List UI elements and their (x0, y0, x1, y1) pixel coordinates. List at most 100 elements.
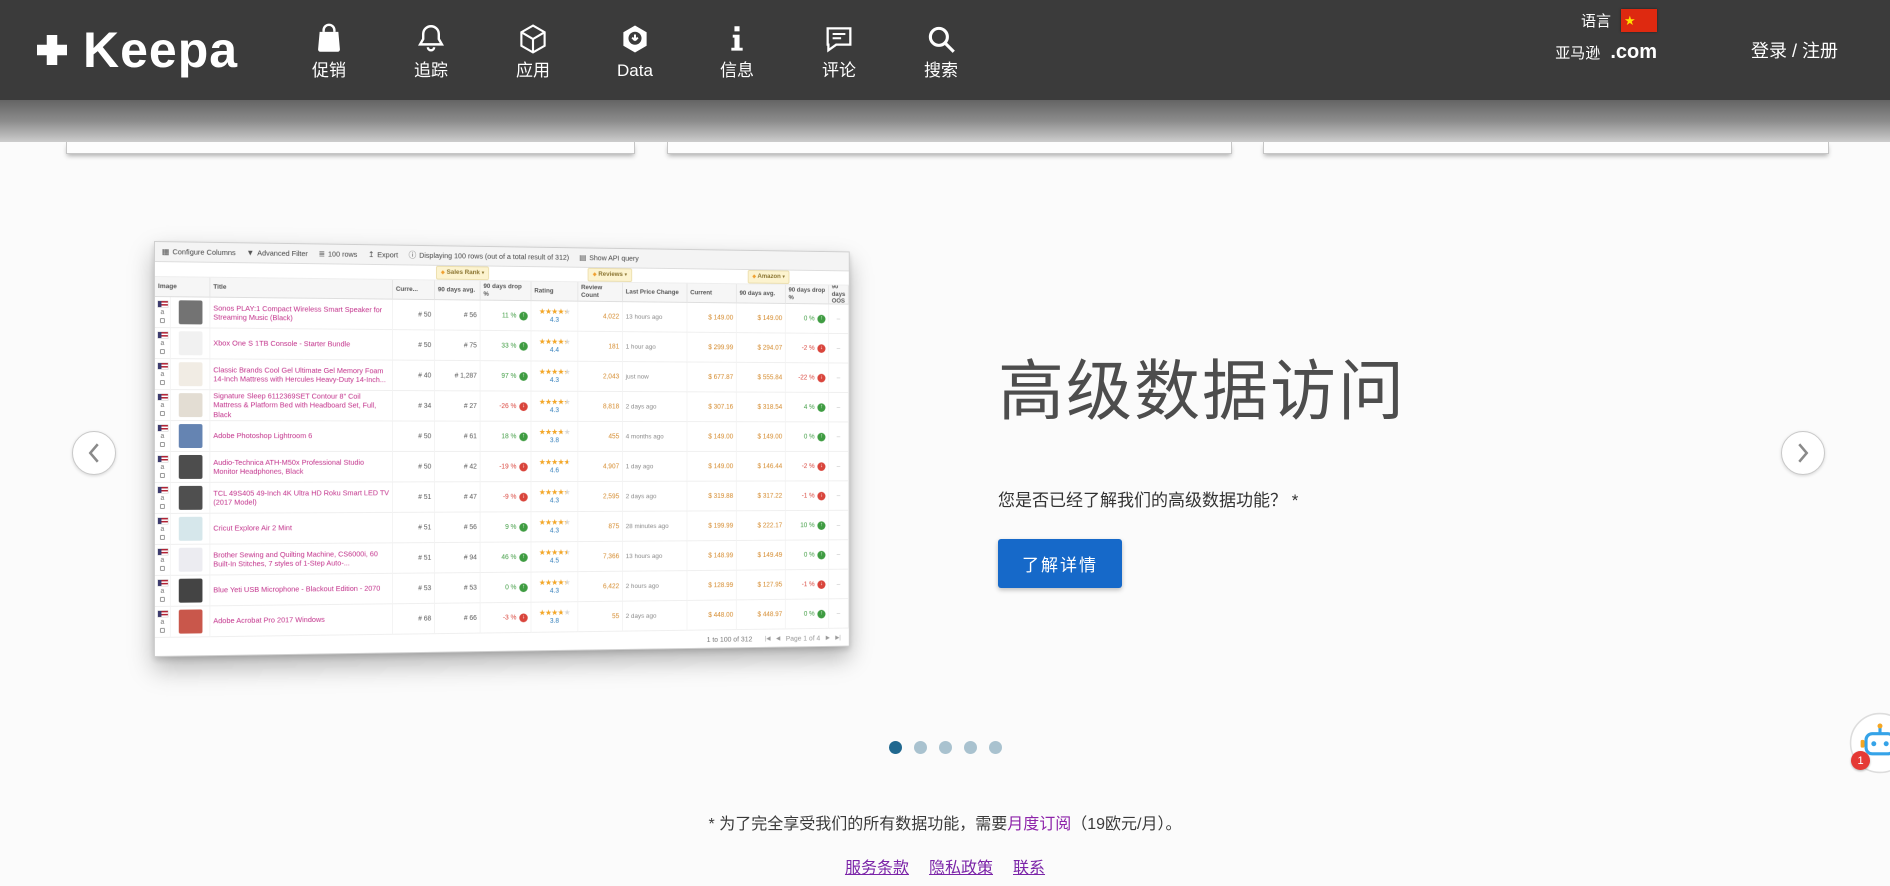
nav-label: 促销 (312, 60, 346, 80)
rating-stars: ★★★★★ ★★★★★ 4.5 (531, 542, 579, 573)
nav-item-tracking[interactable]: 追踪 (397, 0, 465, 100)
locale-icons: a (154, 328, 171, 360)
carousel-prev-button[interactable] (72, 431, 116, 475)
terms-link[interactable]: 服务条款 (845, 854, 909, 878)
price-drop-percent: 0 % ↑ (785, 599, 830, 630)
review-count: 4,907 (578, 451, 623, 482)
search-icon (924, 22, 958, 56)
rank-current: # 50 (392, 421, 436, 452)
price-current: $ 319.88 (687, 481, 737, 512)
price-drop-percent: 10 % ↑ (785, 510, 830, 541)
price-drop-percent: -22 % ↓ (785, 363, 830, 393)
chat-widget[interactable]: 1 (1849, 712, 1890, 774)
price-90day-avg: $ 149.00 (736, 422, 786, 452)
locale-icons: a (154, 390, 171, 422)
review-count: 55 (578, 601, 623, 633)
contact-link[interactable]: 联系 (1013, 854, 1045, 878)
peek-card (1263, 142, 1829, 154)
data-table-screenshot: ▦ Configure Columns ▼ Advanced Filter ≣ 100 r… (154, 241, 850, 657)
price-current: $ 149.00 (687, 302, 737, 334)
carousel-dot-2[interactable] (913, 741, 927, 754)
export-icon: ↥ (367, 250, 375, 260)
nav-label: 评论 (822, 60, 856, 80)
rank-current: # 34 (392, 391, 436, 422)
oos-value: – (829, 304, 849, 335)
carousel-dot-3[interactable] (938, 741, 952, 754)
amazon-mini-icon: a (160, 433, 165, 441)
learn-more-button[interactable]: 了解详情 (998, 539, 1122, 588)
nav-item-apps[interactable]: 应用 (499, 0, 567, 100)
cube-icon (516, 22, 550, 56)
review-count: 8,818 (578, 391, 623, 422)
language-label[interactable]: 语言 (1581, 10, 1611, 31)
last-price-change: 1 hour ago (622, 332, 688, 363)
nav-item-search[interactable]: 搜索 (907, 0, 975, 100)
rank-90day-avg: # 94 (435, 542, 481, 574)
lock-icon (159, 627, 165, 633)
keepa-plus-icon (34, 32, 70, 68)
rating-stars: ★★★★★ ★★★★★ 4.3 (531, 481, 579, 513)
header-shadow-gradient (0, 100, 1890, 142)
price-90day-avg: $ 448.97 (736, 599, 786, 631)
locale-icons: a (154, 482, 171, 514)
price-90day-avg: $ 149.00 (736, 303, 786, 334)
thumbnail-image (178, 485, 202, 510)
product-thumbnail (170, 328, 211, 360)
column-group-pill: ◆ Sales Rank ▾ (436, 265, 490, 281)
lock-icon (159, 442, 165, 448)
rank-current: # 51 (392, 512, 436, 544)
rank-drop-percent: -26 % ↓ (480, 391, 532, 422)
oos-value: – (829, 510, 849, 541)
carousel-dot-1[interactable] (888, 741, 902, 754)
rank-drop-percent: 18 % ↑ (480, 421, 532, 452)
toolbar-label: Advanced Filter (257, 248, 308, 259)
rating-stars: ★★★★★ ★★★★★ 3.8 (531, 421, 579, 452)
amazon-mini-icon: a (160, 525, 165, 533)
shopping-bag-icon (312, 22, 346, 56)
rank-drop-percent: 9 % ↑ (480, 512, 532, 543)
rank-drop-percent: 33 % ↑ (480, 330, 532, 362)
thumbnail-image (178, 454, 202, 479)
oos-value: – (829, 569, 849, 600)
main-nav: 促销 追踪 应用 Data 信息 评论 搜索 (295, 0, 1009, 100)
lock-icon (159, 472, 165, 478)
column-header: Current (687, 283, 737, 304)
login-register-link[interactable]: 登录 / 注册 (1751, 37, 1838, 63)
price-current: $ 128.99 (687, 570, 737, 601)
column-header: 90 days drop % (785, 284, 830, 305)
screenshot-table: ◆ Sales Rank ▾ ◆ Reviews ▾ ◆ Amazon ▾ Image… (154, 262, 849, 638)
rank-drop-percent: 46 % ↑ (480, 542, 532, 574)
thumbnail-image (178, 547, 202, 572)
carousel-next-button[interactable] (1781, 431, 1825, 475)
us-flag-icon (157, 517, 168, 524)
product-title: Signature Sleep 6112369SET Contour 8" Co… (210, 390, 393, 422)
carousel-dot-5[interactable] (988, 741, 1002, 754)
marketplace-domain[interactable]: .com (1610, 41, 1657, 64)
price-current: $ 149.00 (687, 422, 737, 452)
api-icon: ▤ (579, 253, 587, 263)
product-title: TCL 49S405 49-Inch 4K Ultra HD Roku Smar… (210, 482, 393, 514)
carousel-dot-4[interactable] (963, 741, 977, 754)
column-group-pill: ◆ Reviews ▾ (588, 267, 632, 282)
column-header: 90 days avg. (736, 284, 786, 304)
column-header: Last Price Change (622, 282, 688, 303)
china-flag-icon[interactable] (1621, 9, 1657, 32)
oos-value: – (829, 422, 849, 452)
nav-item-info[interactable]: 信息 (703, 0, 771, 100)
product-title: Xbox One S 1TB Console - Starter Bundle (210, 328, 393, 361)
nav-item-deals[interactable]: 促销 (295, 0, 363, 100)
privacy-link[interactable]: 隐私政策 (929, 854, 993, 878)
nav-item-reviews[interactable]: 评论 (805, 0, 873, 100)
nav-item-data[interactable]: Data (601, 0, 669, 100)
peek-card (667, 142, 1232, 154)
keepa-logo[interactable]: Keepa (34, 25, 238, 75)
monthly-subscription-link[interactable]: 月度订阅 (1007, 816, 1071, 833)
pager-first-icon: |◀ (764, 635, 771, 642)
oos-value: – (829, 540, 849, 570)
oos-value: – (829, 392, 849, 423)
locale-icons: a (154, 297, 171, 329)
us-flag-icon (157, 394, 168, 401)
product-title: Audio-Technica ATH-M50x Professional Stu… (210, 451, 393, 483)
product-title: Sonos PLAY:1 Compact Wireless Smart Spea… (210, 297, 393, 331)
thumbnail-image (178, 331, 202, 356)
